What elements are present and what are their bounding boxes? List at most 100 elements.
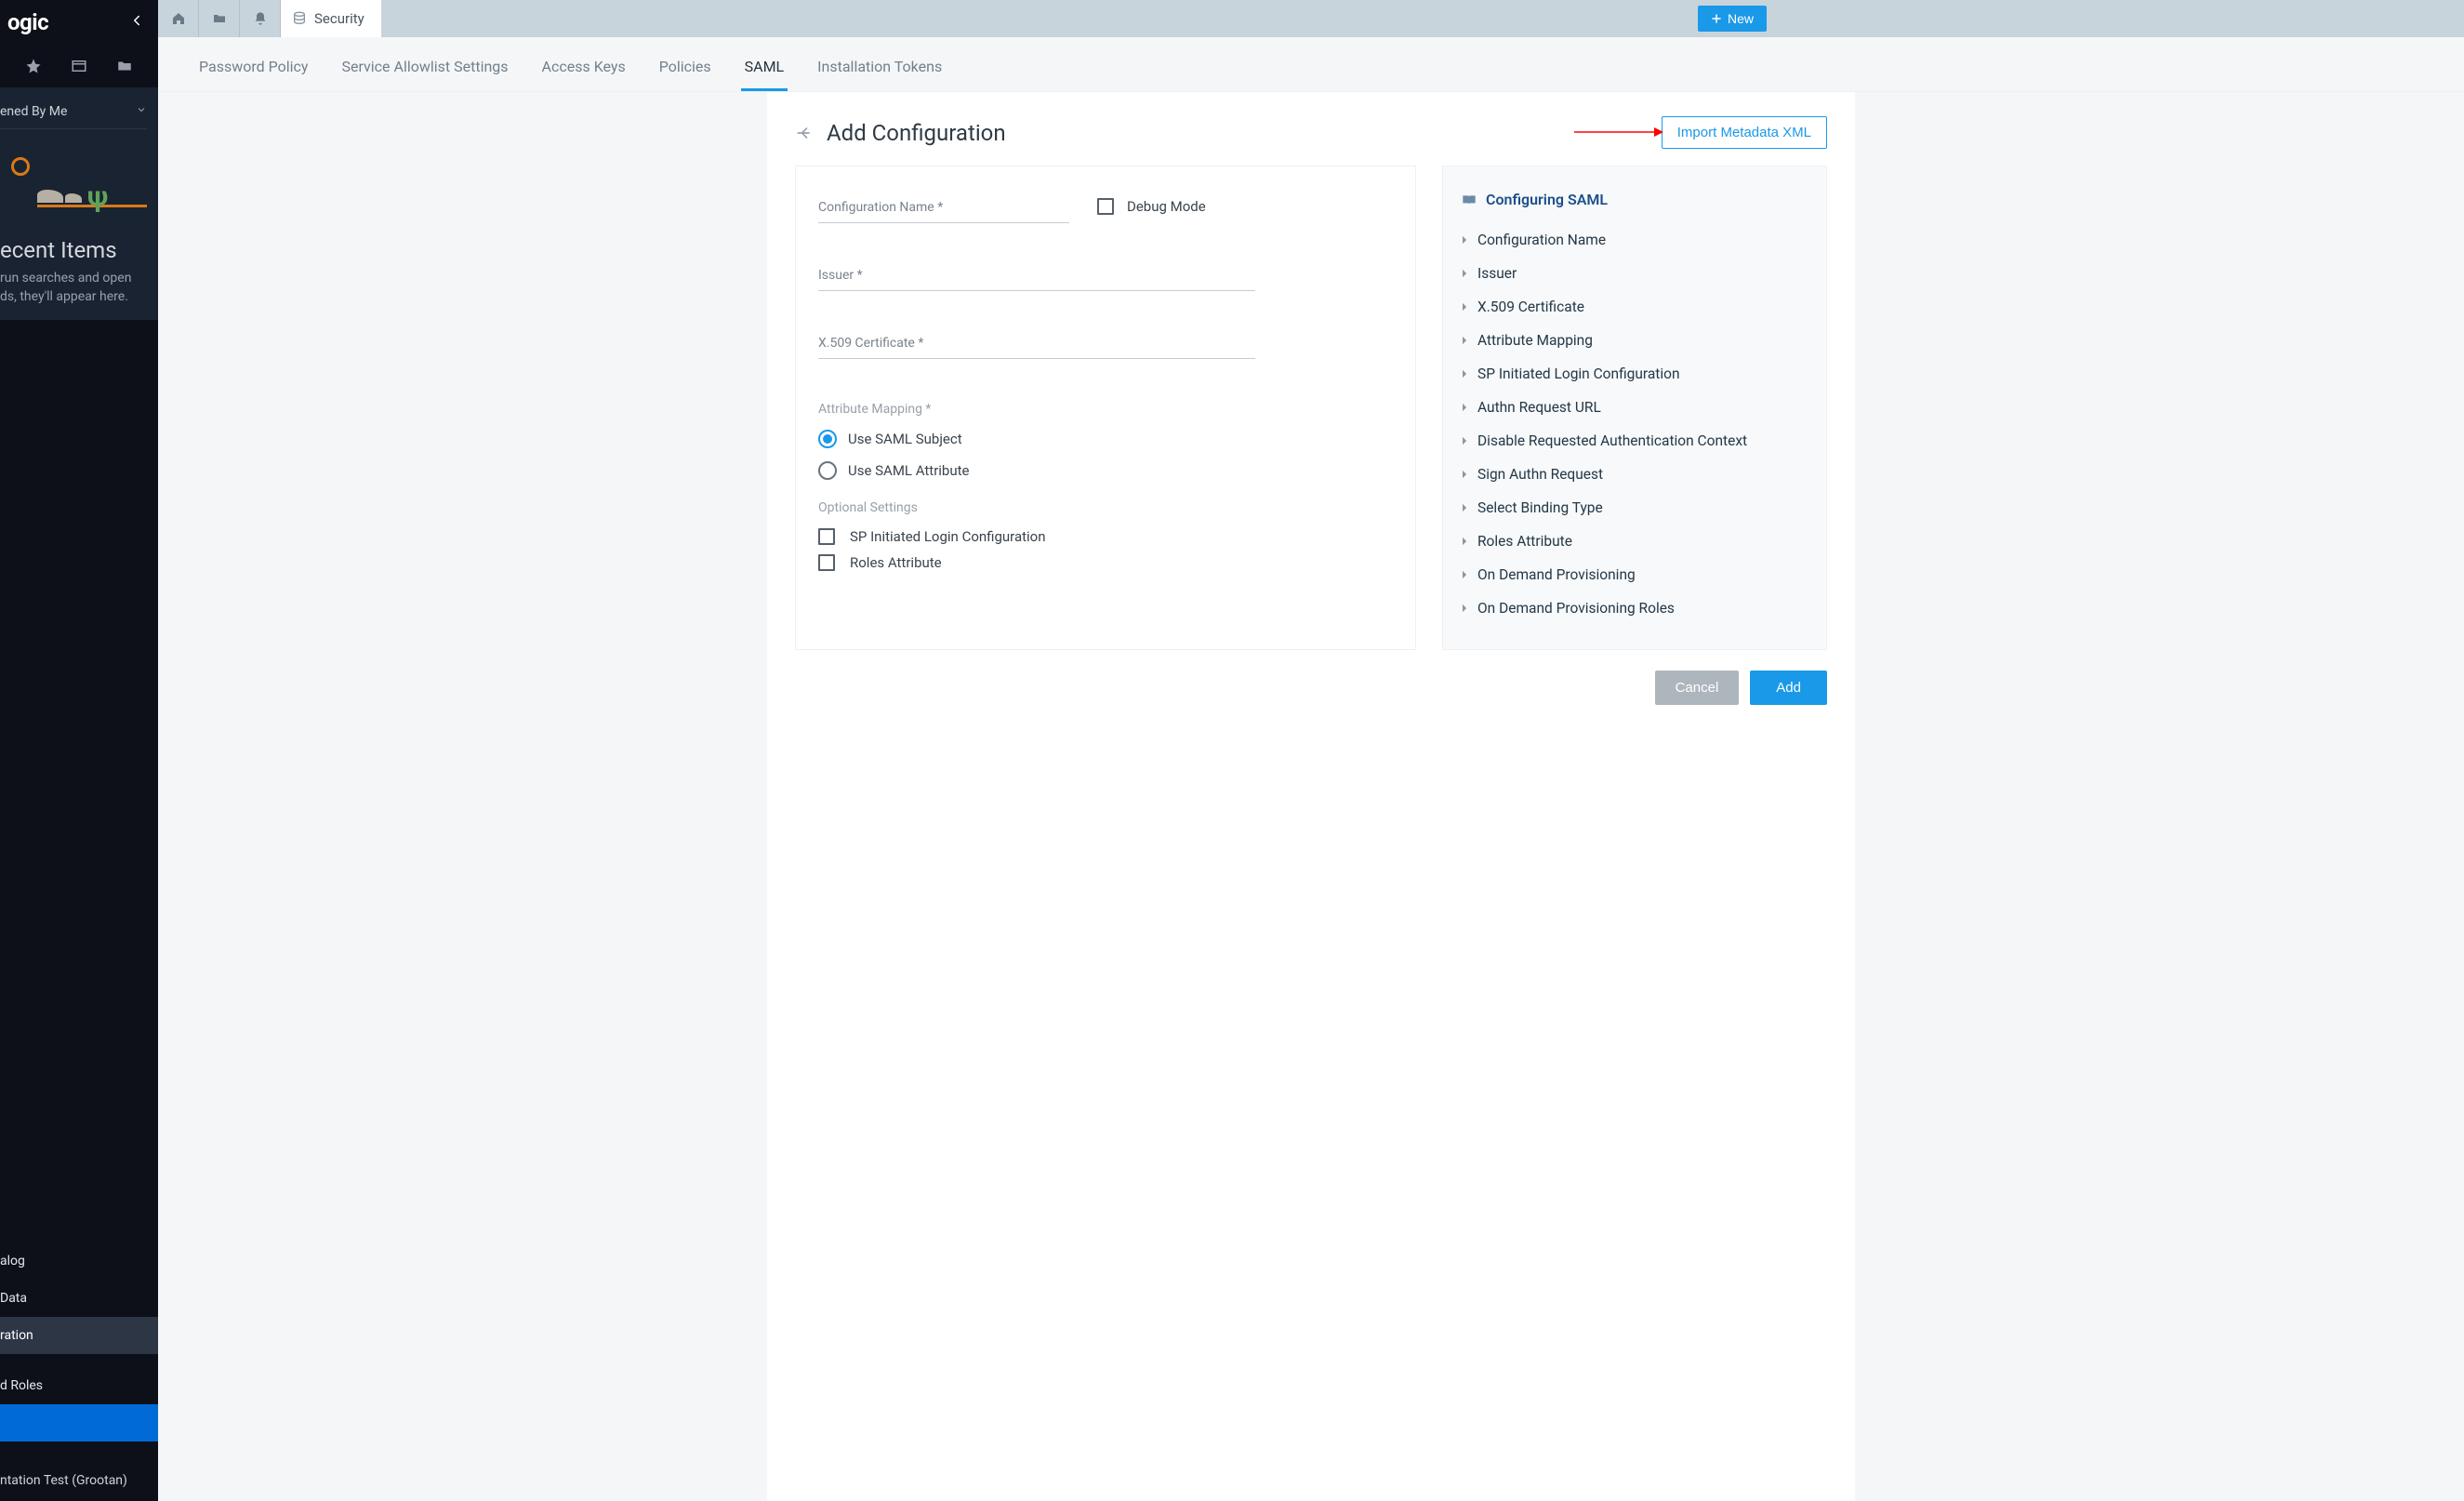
configuration-name-input[interactable] bbox=[818, 198, 1069, 223]
field-x509: X.509 Certificate * bbox=[818, 334, 1393, 359]
back-icon[interactable] bbox=[795, 124, 814, 142]
page-title: Add Configuration bbox=[827, 120, 1006, 146]
sidebar-item-roles[interactable]: d Roles bbox=[0, 1367, 158, 1404]
folder-open-icon[interactable] bbox=[199, 0, 240, 37]
help-item-label: SP Initiated Login Configuration bbox=[1477, 365, 1680, 382]
book-icon bbox=[1462, 193, 1477, 206]
help-item[interactable]: Roles Attribute bbox=[1462, 525, 1808, 558]
help-panel: Configuring SAML Configuration Name Issue… bbox=[1442, 166, 1827, 650]
help-item[interactable]: Authn Request URL bbox=[1462, 391, 1808, 424]
plus-icon bbox=[1711, 13, 1722, 24]
chevron-right-icon bbox=[1462, 470, 1468, 479]
saml-add-config-page: Add Configuration Import Metadata XML Co… bbox=[767, 92, 1855, 1501]
help-item-label: On Demand Provisioning bbox=[1477, 566, 1636, 583]
field-configuration-name: Configuration Name * bbox=[818, 198, 1069, 223]
subtab-password-policy[interactable]: Password Policy bbox=[195, 52, 311, 91]
opened-by-me-select[interactable]: ened By Me bbox=[0, 100, 147, 129]
top-bar: Security New bbox=[158, 0, 2464, 37]
debug-mode-label: Debug Mode bbox=[1127, 198, 1206, 215]
subtab-saml[interactable]: SAML bbox=[741, 52, 788, 91]
new-button[interactable]: New bbox=[1698, 6, 1767, 32]
help-item[interactable]: On Demand Provisioning bbox=[1462, 558, 1808, 591]
recent-items-subtext: run searches and open ds, they'll appear… bbox=[0, 269, 147, 307]
import-metadata-xml-button[interactable]: Import Metadata XML bbox=[1662, 116, 1827, 149]
help-item[interactable]: Configuration Name bbox=[1462, 223, 1808, 257]
opened-by-me-label: ened By Me bbox=[0, 104, 67, 119]
sidebar-org-footer[interactable]: ntation Test (Grootan) bbox=[0, 1455, 158, 1501]
subtab-service-allowlist[interactable]: Service Allowlist Settings bbox=[338, 52, 511, 91]
radio-use-saml-subject[interactable]: Use SAML Subject bbox=[818, 430, 1393, 448]
help-item[interactable]: SP Initiated Login Configuration bbox=[1462, 357, 1808, 391]
field-issuer: Issuer * bbox=[818, 266, 1393, 291]
x509-input[interactable] bbox=[818, 334, 1255, 359]
help-item[interactable]: On Demand Provisioning Roles bbox=[1462, 591, 1808, 625]
help-item[interactable]: Sign Authn Request bbox=[1462, 458, 1808, 491]
chevron-right-icon bbox=[1462, 604, 1468, 613]
check-label-roles: Roles Attribute bbox=[850, 554, 942, 571]
debug-mode-checkbox[interactable] bbox=[1097, 198, 1114, 215]
config-form: Configuration Name * Debug Mode Issuer * bbox=[795, 166, 1416, 650]
security-subtabs: Password Policy Service Allowlist Settin… bbox=[158, 37, 2464, 92]
home-icon[interactable] bbox=[158, 0, 199, 37]
radio-icon bbox=[818, 461, 837, 480]
radio-label-subject: Use SAML Subject bbox=[848, 431, 962, 447]
radio-icon-selected bbox=[818, 430, 837, 448]
help-item-label: Sign Authn Request bbox=[1477, 466, 1603, 483]
sidebar-collapse-icon[interactable] bbox=[128, 12, 145, 33]
cancel-button[interactable]: Cancel bbox=[1655, 671, 1740, 705]
attribute-mapping-label: Attribute Mapping * bbox=[818, 402, 1393, 417]
subtab-installation-tokens[interactable]: Installation Tokens bbox=[814, 52, 946, 91]
chevron-right-icon bbox=[1462, 302, 1468, 312]
help-item[interactable]: X.509 Certificate bbox=[1462, 290, 1808, 324]
chevron-right-icon bbox=[1462, 537, 1468, 546]
help-item[interactable]: Attribute Mapping bbox=[1462, 324, 1808, 357]
star-icon[interactable] bbox=[25, 58, 42, 78]
chevron-right-icon bbox=[1462, 503, 1468, 512]
help-item-label: Select Binding Type bbox=[1477, 499, 1603, 516]
chevron-right-icon bbox=[1462, 235, 1468, 245]
recent-items-heading: ecent Items bbox=[0, 217, 147, 269]
issuer-input[interactable] bbox=[818, 266, 1255, 291]
add-button[interactable]: Add bbox=[1750, 671, 1827, 705]
chevron-right-icon bbox=[1462, 336, 1468, 345]
folder-icon[interactable] bbox=[116, 58, 133, 78]
help-item-label: Issuer bbox=[1477, 265, 1517, 282]
subtab-access-keys[interactable]: Access Keys bbox=[538, 52, 629, 91]
help-title-text: Configuring SAML bbox=[1486, 191, 1608, 208]
sidebar-item-administration[interactable]: ration bbox=[0, 1317, 158, 1354]
help-item-label: Configuration Name bbox=[1477, 232, 1606, 248]
help-item-label: Attribute Mapping bbox=[1477, 332, 1593, 349]
chevron-down-icon bbox=[136, 104, 147, 119]
chevron-right-icon bbox=[1462, 570, 1468, 579]
checkbox-icon bbox=[818, 554, 835, 571]
check-label-sp-initiated: SP Initiated Login Configuration bbox=[850, 528, 1046, 545]
help-item-label: Roles Attribute bbox=[1477, 533, 1572, 550]
sidebar-item-data[interactable]: Data bbox=[0, 1280, 158, 1317]
radio-label-attribute: Use SAML Attribute bbox=[848, 462, 970, 479]
radio-use-saml-attribute[interactable]: Use SAML Attribute bbox=[818, 461, 1393, 480]
help-item-label: Authn Request URL bbox=[1477, 399, 1601, 416]
sidebar-item-catalog[interactable]: alog bbox=[0, 1242, 158, 1280]
sidebar-item-personal[interactable] bbox=[0, 1404, 158, 1441]
app-sidebar: ogic ened By Me ψ ecent Items run search… bbox=[0, 0, 158, 1501]
optional-settings-label: Optional Settings bbox=[818, 500, 1393, 515]
bell-icon[interactable] bbox=[240, 0, 281, 37]
check-roles-attribute[interactable]: Roles Attribute bbox=[818, 554, 1393, 571]
subtab-policies[interactable]: Policies bbox=[656, 52, 715, 91]
check-sp-initiated[interactable]: SP Initiated Login Configuration bbox=[818, 528, 1393, 545]
brand-logo-text: ogic bbox=[7, 9, 48, 35]
help-item-label: On Demand Provisioning Roles bbox=[1477, 600, 1675, 617]
database-icon bbox=[292, 11, 307, 26]
card-icon[interactable] bbox=[71, 58, 87, 78]
empty-state-illustration: ψ bbox=[0, 129, 147, 217]
help-item[interactable]: Disable Requested Authentication Context bbox=[1462, 424, 1808, 458]
checkbox-icon bbox=[818, 528, 835, 545]
new-button-label: New bbox=[1728, 11, 1754, 26]
sidebar-nav: alog Data ration d Roles ntation Test (G… bbox=[0, 1242, 158, 1501]
help-item-label: X.509 Certificate bbox=[1477, 299, 1584, 315]
help-item[interactable]: Select Binding Type bbox=[1462, 491, 1808, 525]
help-item-label: Disable Requested Authentication Context bbox=[1477, 432, 1747, 449]
tab-security[interactable]: Security bbox=[281, 0, 381, 37]
chevron-right-icon bbox=[1462, 269, 1468, 278]
help-item[interactable]: Issuer bbox=[1462, 257, 1808, 290]
